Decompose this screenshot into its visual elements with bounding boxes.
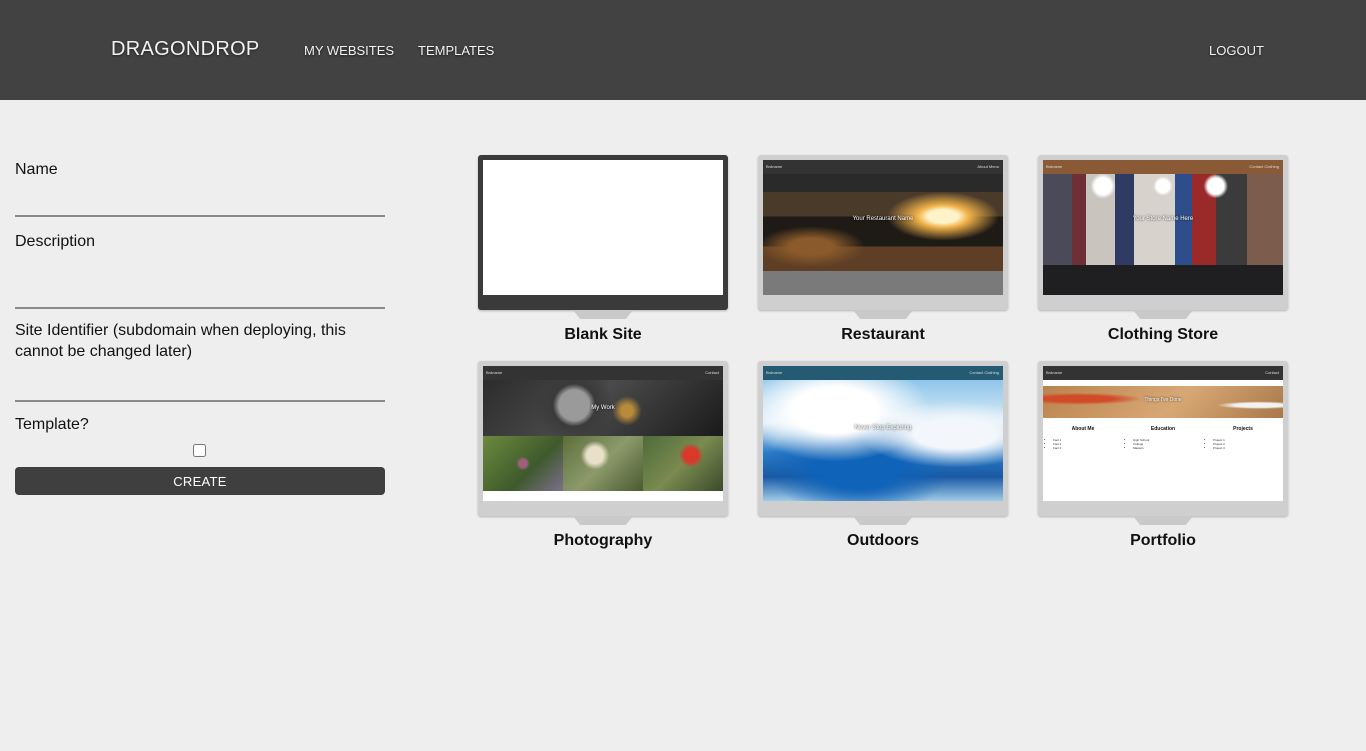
- monitor-frame: Brdname Contact My Work: [478, 361, 728, 516]
- preview-hero-text: Things I've Done: [1144, 397, 1182, 403]
- preview-hero-text: Your Store Name Here: [1132, 216, 1194, 222]
- description-label: Description: [15, 233, 96, 250]
- template-card-portfolio[interactable]: Brdname Contact Things I've Done About M…: [1038, 361, 1288, 561]
- preview-floor: [1043, 265, 1283, 295]
- template-card-clothing-store[interactable]: Brdname Contact Clothing Your Store Name…: [1038, 155, 1288, 355]
- template-preview-outdoors: Brdname Contact Clothing Never Stop Expl…: [763, 366, 1003, 501]
- monitor-stand: [1133, 516, 1193, 525]
- monitor-frame: Brdname About Menu Your Restaurant Name: [758, 155, 1008, 310]
- monitor-frame: [478, 155, 728, 310]
- preview-hero-text: Never Stop Exploring: [854, 425, 912, 431]
- preview-nav-links: Contact: [1265, 370, 1279, 375]
- preview-nav-links: Contact Clothing: [1249, 164, 1279, 169]
- template-preview-blank: [483, 160, 723, 295]
- preview-navbar: Brdname Contact Clothing: [763, 366, 1003, 380]
- name-label: Name: [15, 161, 58, 178]
- template-label: Template?: [15, 416, 89, 433]
- column-item: Masters: [1133, 446, 1203, 450]
- preview-navbar: Brdname Contact: [1043, 366, 1283, 380]
- preview-column-education: Education High School College Masters: [1123, 426, 1203, 450]
- preview-photo-flower: [563, 436, 643, 491]
- template-card-restaurant[interactable]: Brdname About Menu Your Restaurant Name …: [758, 155, 1008, 355]
- column-heading: Education: [1150, 426, 1176, 432]
- template-title: Blank Site: [564, 326, 642, 343]
- template-preview-clothing: Brdname Contact Clothing Your Store Name…: [1043, 160, 1283, 295]
- nav-logout[interactable]: LOGOUT: [1209, 43, 1264, 58]
- site-identifier-input[interactable]: [15, 380, 385, 402]
- preview-navbar: Brdname About Menu: [763, 160, 1003, 174]
- preview-photo-shoes: [643, 436, 723, 491]
- template-card-outdoors[interactable]: Brdname Contact Clothing Never Stop Expl…: [758, 361, 1008, 561]
- brand-logo[interactable]: DRAGONDROP: [111, 38, 260, 61]
- preview-brand: Brdname: [1046, 164, 1063, 169]
- nav-my-websites[interactable]: MY WEBSITES: [304, 43, 394, 58]
- preview-photo-grid: [483, 436, 723, 491]
- template-card-photography[interactable]: Brdname Contact My Work Photography: [478, 361, 728, 561]
- monitor-stand: [853, 516, 913, 525]
- template-title: Outdoors: [847, 532, 919, 549]
- template-checkbox[interactable]: [193, 444, 206, 457]
- preview-brand: Brdname: [766, 164, 783, 169]
- column-item: Project 3: [1213, 446, 1283, 450]
- template-title: Photography: [553, 532, 653, 549]
- preview-columns: About Me Fact 1 Fact 2 Fact 3 Education …: [1043, 426, 1283, 450]
- create-button[interactable]: CREATE: [15, 467, 385, 495]
- preview-navbar: Brdname Contact Clothing: [1043, 160, 1283, 174]
- monitor-stand: [1133, 310, 1193, 319]
- monitor-stand: [573, 516, 633, 525]
- monitor-frame: Brdname Contact Clothing Your Store Name…: [1038, 155, 1288, 310]
- name-input[interactable]: [15, 195, 385, 217]
- column-item: Fact 3: [1053, 446, 1123, 450]
- template-preview-portfolio: Brdname Contact Things I've Done About M…: [1043, 366, 1283, 501]
- preview-brand: Brdname: [766, 370, 783, 375]
- preview-column-projects: Projects Project 1 Project 2 Project 3: [1203, 426, 1283, 450]
- preview-brand: Brdname: [1046, 370, 1063, 375]
- monitor-frame: Brdname Contact Clothing Never Stop Expl…: [758, 361, 1008, 516]
- preview-nav-links: Contact: [705, 370, 719, 375]
- top-navbar: DRAGONDROP MY WEBSITES TEMPLATES LOGOUT: [0, 0, 1366, 100]
- template-card-blank-site[interactable]: Blank Site: [478, 155, 728, 355]
- preview-hero-text: Your Restaurant Name: [852, 216, 914, 222]
- template-title: Clothing Store: [1107, 326, 1219, 343]
- preview-hero-image: [1043, 174, 1283, 295]
- description-input[interactable]: [15, 287, 385, 309]
- site-identifier-label: Site Identifier (subdomain when deployin…: [15, 322, 346, 360]
- preview-photo-hummingbird: [483, 436, 563, 491]
- template-preview-photography: Brdname Contact My Work: [483, 366, 723, 501]
- monitor-frame: Brdname Contact Things I've Done About M…: [1038, 361, 1288, 516]
- preview-nav-links: Contact Clothing: [969, 370, 999, 375]
- column-heading: Projects: [1233, 426, 1253, 432]
- preview-hero-image: [763, 174, 1003, 295]
- preview-brand: Brdname: [486, 370, 503, 375]
- template-title: Restaurant: [841, 326, 925, 343]
- nav-templates[interactable]: TEMPLATES: [418, 43, 494, 58]
- column-heading: About Me: [1071, 426, 1095, 432]
- preview-hero-image: [763, 380, 1003, 501]
- template-preview-restaurant: Brdname About Menu Your Restaurant Name: [763, 160, 1003, 295]
- preview-hero-text: My Work: [591, 405, 615, 411]
- monitor-stand: [853, 310, 913, 319]
- preview-nav-links: About Menu: [977, 164, 999, 169]
- template-title: Portfolio: [1130, 532, 1196, 549]
- monitor-stand: [573, 310, 633, 319]
- preview-navbar: Brdname Contact: [483, 366, 723, 380]
- preview-column-about: About Me Fact 1 Fact 2 Fact 3: [1043, 426, 1123, 450]
